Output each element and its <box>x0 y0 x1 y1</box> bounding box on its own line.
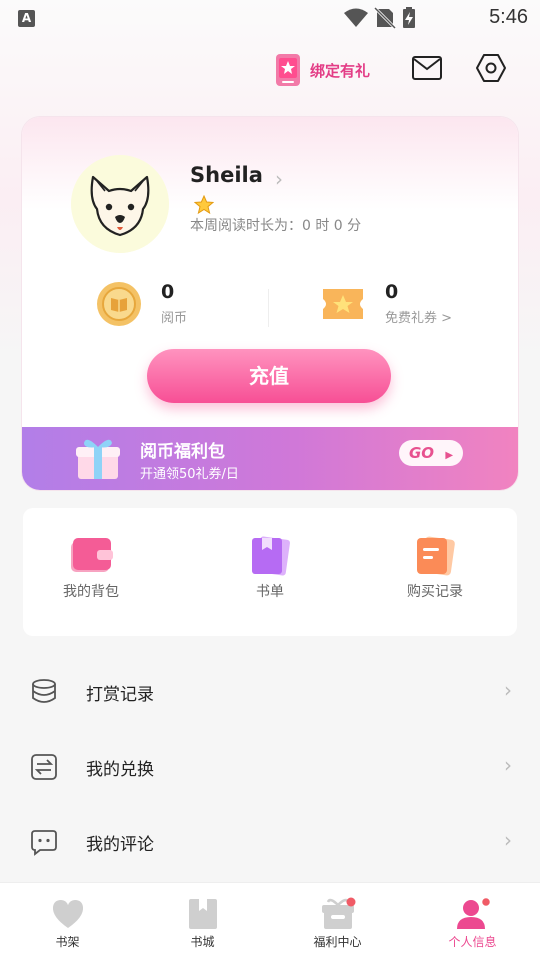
quick-action-purchase-record[interactable]: 购买记录 <box>375 536 495 616</box>
chevron-right-icon[interactable]: › <box>275 167 283 191</box>
bind-gift-button[interactable]: 绑定有礼 <box>274 50 370 90</box>
wifi-icon <box>344 8 368 27</box>
menu-item-label: 打赏记录 <box>86 685 154 705</box>
menu-item-label: 我的评论 <box>86 835 154 855</box>
voucher-icon <box>323 289 363 319</box>
vouchers-value: 0 <box>385 281 399 303</box>
clock: 5:46 <box>489 6 528 28</box>
vouchers-stat[interactable]: 0 免费礼券 > <box>321 279 481 335</box>
status-bar: A 5:46 <box>0 0 540 36</box>
stats-divider <box>268 289 269 327</box>
menu-item-tip-records[interactable]: 打赏记录 › <box>0 656 540 726</box>
welfare-banner[interactable]: 阅币福利包 开通领50礼券/日 GO ▶ <box>22 427 518 490</box>
menu-item-label: 我的兑换 <box>86 760 154 780</box>
purchase-record-icon <box>417 536 455 576</box>
notification-dot <box>480 897 491 908</box>
tab-label: 个人信息 <box>448 935 497 949</box>
welfare-title: 阅币福利包 <box>140 442 225 462</box>
coins-stat[interactable]: 0 阅币 <box>96 279 236 335</box>
tab-bookshelf[interactable]: 书架 <box>0 883 135 961</box>
quick-action-label: 我的背包 <box>63 584 119 600</box>
phone-gift-icon <box>276 54 300 86</box>
bind-gift-label: 绑定有礼 <box>310 61 371 80</box>
chevron-right-icon: › <box>504 828 512 852</box>
comment-icon <box>31 830 57 856</box>
chevron-right-icon: › <box>504 753 512 777</box>
coins-value: 0 <box>161 281 175 303</box>
no-sim-icon <box>373 6 397 30</box>
book-icon <box>188 899 217 929</box>
coin-icon <box>97 282 141 326</box>
profile-card: Sheila › 本周阅读时长为：0 时 0 分 0 阅币 0 免费礼券 > 充… <box>22 117 518 490</box>
play-icon: ▶ <box>445 450 454 461</box>
booklist-icon <box>252 536 290 576</box>
avatar[interactable] <box>71 155 169 253</box>
recharge-button[interactable]: 充值 <box>147 349 391 403</box>
status-icons <box>344 6 415 30</box>
notification-icon: A <box>18 10 35 27</box>
tab-label: 书架 <box>55 935 80 949</box>
go-button[interactable]: GO ▶ <box>399 440 463 466</box>
coins-label: 阅币 <box>161 311 188 326</box>
settings-icon[interactable] <box>475 52 507 84</box>
reading-time: 本周阅读时长为：0 时 0 分 <box>190 218 362 234</box>
quick-action-backpack[interactable]: 我的背包 <box>31 536 151 616</box>
gift-box-icon <box>76 439 120 479</box>
heart-icon <box>52 900 83 928</box>
tab-label: 福利中心 <box>313 935 362 949</box>
tab-welfare-center[interactable]: 福利中心 <box>270 883 405 961</box>
menu-item-my-exchange[interactable]: 我的兑换 › <box>0 731 540 801</box>
quick-action-booklist[interactable]: 书单 <box>210 536 330 616</box>
go-label: GO <box>409 444 435 462</box>
gift-icon <box>321 897 355 929</box>
battery-charging-icon <box>403 7 415 28</box>
person-icon <box>456 897 491 929</box>
menu-item-my-comments[interactable]: 我的评论 › <box>0 806 540 876</box>
exchange-icon <box>31 754 57 780</box>
star-icon <box>194 195 214 215</box>
quick-action-label: 购买记录 <box>407 584 463 600</box>
quick-actions-panel: 我的背包 书单 购买记录 <box>23 508 517 636</box>
coin-stack-icon <box>32 679 56 703</box>
mail-icon[interactable] <box>411 52 443 84</box>
quick-action-label: 书单 <box>256 584 284 600</box>
chevron-right-icon: › <box>504 678 512 702</box>
username[interactable]: Sheila <box>190 163 263 187</box>
wallet-icon <box>71 538 113 572</box>
tab-personal-info[interactable]: 个人信息 <box>405 883 540 961</box>
tab-bookstore[interactable]: 书城 <box>135 883 270 961</box>
tab-label: 书城 <box>190 935 215 949</box>
vouchers-label: 免费礼券 > <box>385 311 453 326</box>
bottom-nav: 书架 书城 福利中心 个人信息 <box>0 882 540 961</box>
welfare-subtitle: 开通领50礼券/日 <box>140 467 239 482</box>
notification-dot <box>346 897 355 907</box>
